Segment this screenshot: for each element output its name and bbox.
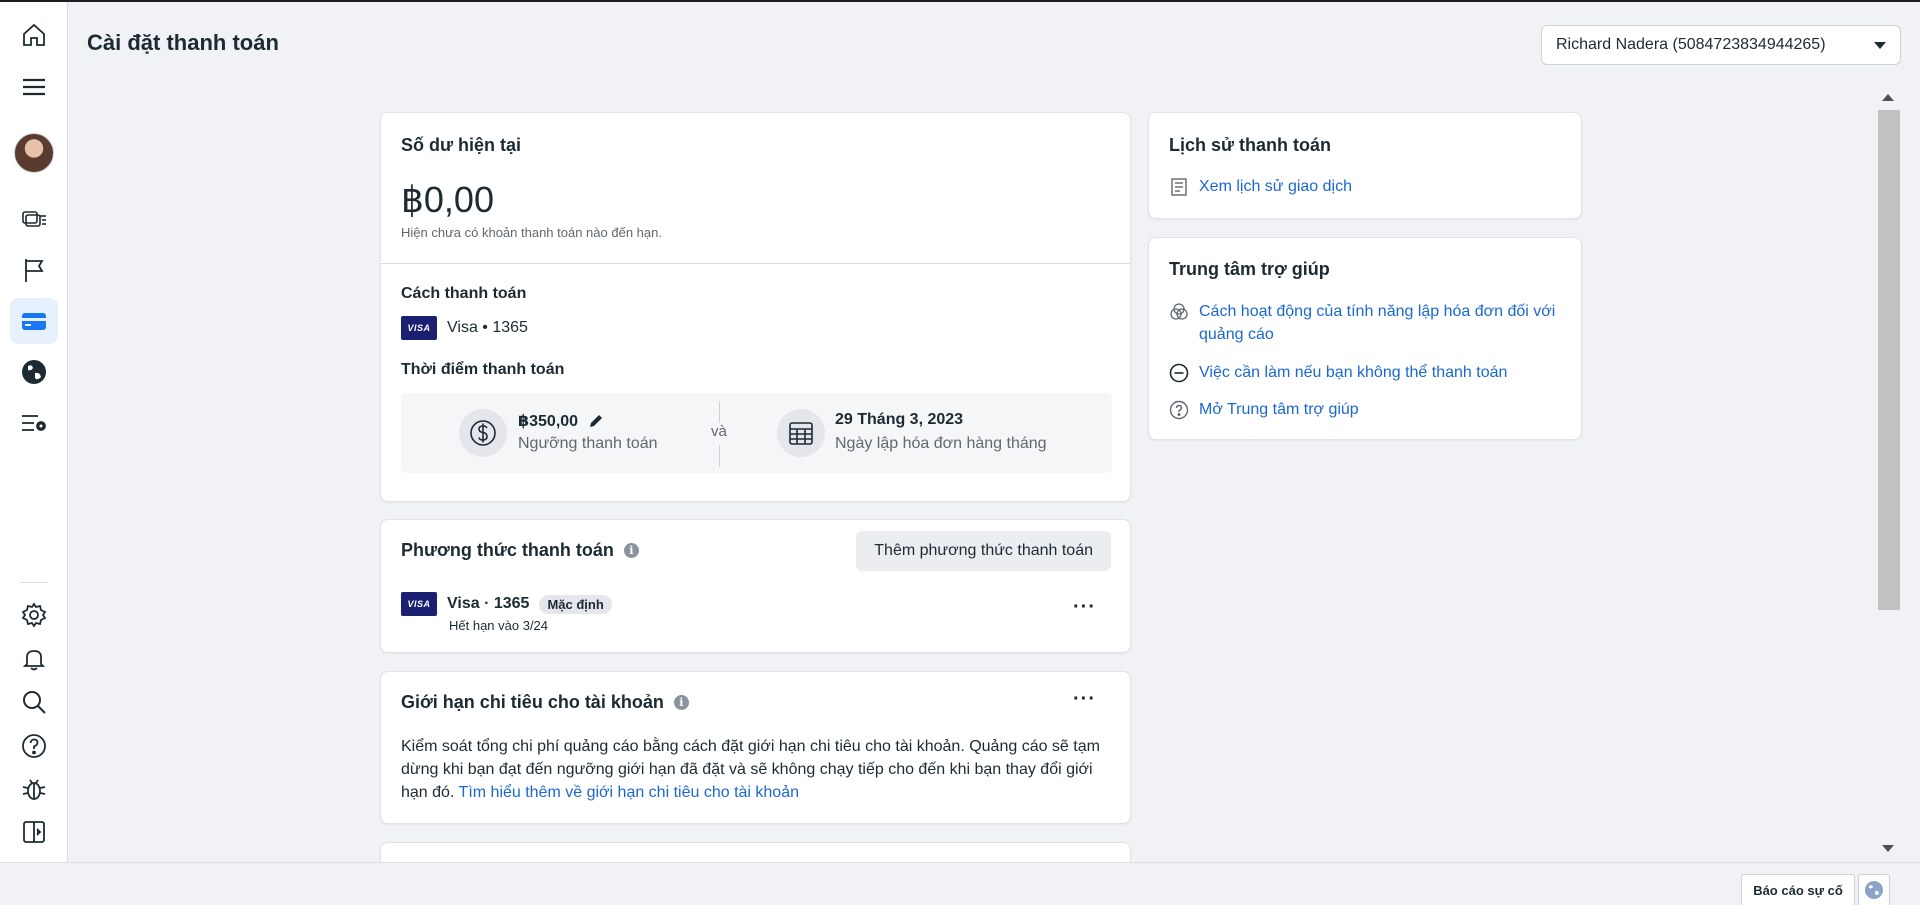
add-payment-method-button[interactable]: Thêm phương thức thanh toán	[856, 531, 1111, 571]
rail-divider	[20, 582, 48, 583]
threshold-row: ฿350,00	[518, 411, 604, 431]
gear-icon[interactable]	[10, 592, 58, 638]
payment-timing-label: Thời điểm thanh toán	[401, 361, 565, 378]
bug-icon[interactable]	[10, 766, 58, 812]
ads-manager-icon[interactable]	[10, 196, 58, 242]
chevron-down-icon	[1874, 41, 1886, 49]
question-icon	[1169, 400, 1189, 420]
payment-history-title: Lịch sử thanh toán	[1169, 135, 1332, 155]
payment-method-row: VISA Visa · 1365 Mặc định	[401, 592, 612, 616]
divider	[719, 445, 720, 467]
profile-picture	[14, 133, 54, 173]
search-icon[interactable]	[10, 679, 58, 725]
spend-limit-description: Kiểm soát tổng chi phí quảng cáo bằng cá…	[401, 735, 1112, 804]
payment-method-row: VISA Visa • 1365	[401, 316, 528, 340]
flag-icon[interactable]	[10, 247, 58, 293]
balance-note: Hiện chưa có khoản thanh toán nào đến hạ…	[401, 225, 662, 240]
more-options-button[interactable]: ···	[1073, 688, 1096, 711]
calendar-icon	[777, 409, 825, 457]
sidebar-toggle-icon[interactable]	[10, 809, 58, 855]
scroll-up-arrow[interactable]	[1882, 94, 1894, 101]
scrollbar-thumb[interactable]	[1878, 110, 1900, 610]
left-nav-rail	[0, 2, 68, 862]
minus-circle-icon	[1169, 363, 1189, 383]
balance-amount: ฿0,00	[401, 179, 494, 220]
bell-icon[interactable]	[10, 636, 58, 682]
help-link-row[interactable]: Cách hoạt động của tính năng lập hóa đơn…	[1169, 300, 1569, 346]
account-selector[interactable]: Richard Nadera (5084723834944265)	[1541, 25, 1901, 65]
balance-title: Số dư hiện tại	[401, 135, 522, 155]
threshold-label: Ngưỡng thanh toán	[518, 435, 658, 452]
current-balance-card: Số dư hiện tại ฿0,00 Hiện chưa có khoản …	[380, 112, 1131, 502]
scroll-down-arrow[interactable]	[1882, 845, 1894, 852]
billing-info-icon	[1170, 303, 1188, 320]
help-link-row[interactable]: Việc cần làm nếu bạn không thể thanh toá…	[1169, 361, 1569, 384]
spend-limit-title: Giới hạn chi tiêu cho tài khoản	[401, 692, 664, 712]
spend-limit-card: Giới hạn chi tiêu cho tài khoản i ··· Ki…	[380, 671, 1131, 824]
globe-icon[interactable]	[10, 349, 58, 395]
payment-method-label: Cách thanh toán	[401, 285, 527, 302]
bottom-bar	[0, 862, 1920, 905]
page-title: Cài đặt thanh toán	[87, 30, 279, 55]
report-problem-button[interactable]: Báo cáo sự cố	[1741, 874, 1855, 905]
threshold-value: ฿350,00	[518, 413, 579, 430]
account-selector-label: Richard Nadera (5084723834944265)	[1556, 36, 1826, 53]
globe-icon	[1865, 881, 1883, 899]
card-expiry: Hết hạn vào 3/24	[449, 618, 549, 633]
payment-history-card: Lịch sử thanh toán Xem lịch sử giao dịch	[1148, 112, 1582, 219]
spend-limit-header: Giới hạn chi tiêu cho tài khoản i	[401, 692, 689, 713]
payment-card-text: Visa • 1365	[447, 319, 528, 336]
billing-date: 29 Tháng 3, 2023	[835, 411, 964, 428]
payment-methods-title: Phương thức thanh toán	[401, 540, 614, 560]
help-link-cannot-pay[interactable]: Việc cần làm nếu bạn không thể thanh toá…	[1199, 361, 1507, 384]
dollar-icon	[459, 409, 507, 457]
home-icon[interactable]	[10, 12, 58, 58]
help-center-card: Trung tâm trợ giúp Cách hoạt động của tí…	[1148, 237, 1582, 440]
settings-list-icon[interactable]	[10, 400, 58, 446]
payment-methods-header: Phương thức thanh toán i	[401, 540, 639, 561]
avatar[interactable]	[10, 130, 58, 176]
view-transactions-link[interactable]: Xem lịch sử giao dịch	[1199, 178, 1352, 196]
receipt-icon	[1171, 178, 1187, 196]
visa-icon: VISA	[401, 592, 437, 616]
billing-icon[interactable]	[10, 298, 58, 344]
default-badge: Mặc định	[539, 594, 612, 614]
help-icon[interactable]	[10, 723, 58, 769]
help-link-open-center[interactable]: Mở Trung tâm trợ giúp	[1199, 398, 1359, 421]
spend-limit-learn-more-link[interactable]: Tìm hiểu thêm về giới hạn chi tiêu cho t…	[459, 784, 799, 801]
edit-icon[interactable]	[588, 413, 604, 429]
payment-methods-card: Phương thức thanh toán i Thêm phương thứ…	[380, 519, 1131, 653]
divider	[719, 401, 720, 423]
language-button[interactable]	[1858, 874, 1890, 905]
more-options-button[interactable]: ···	[1073, 596, 1096, 619]
menu-icon[interactable]	[10, 64, 58, 110]
info-icon[interactable]: i	[623, 543, 639, 558]
divider	[381, 263, 1130, 264]
help-link-row[interactable]: Mở Trung tâm trợ giúp	[1169, 398, 1569, 421]
payment-card-text: Visa · 1365	[447, 595, 530, 612]
help-center-title: Trung tâm trợ giúp	[1169, 259, 1330, 279]
info-icon[interactable]: i	[673, 695, 689, 710]
and-text: và	[711, 423, 727, 440]
billing-date-label: Ngày lập hóa đơn hàng tháng	[835, 435, 1047, 452]
payment-timing-box: ฿350,00 Ngưỡng thanh toán và 29 Tháng 3,…	[401, 393, 1112, 473]
help-link-billing[interactable]: Cách hoạt động của tính năng lập hóa đơn…	[1199, 300, 1569, 346]
payment-history-row[interactable]: Xem lịch sử giao dịch	[1169, 177, 1352, 197]
visa-icon: VISA	[401, 316, 437, 340]
